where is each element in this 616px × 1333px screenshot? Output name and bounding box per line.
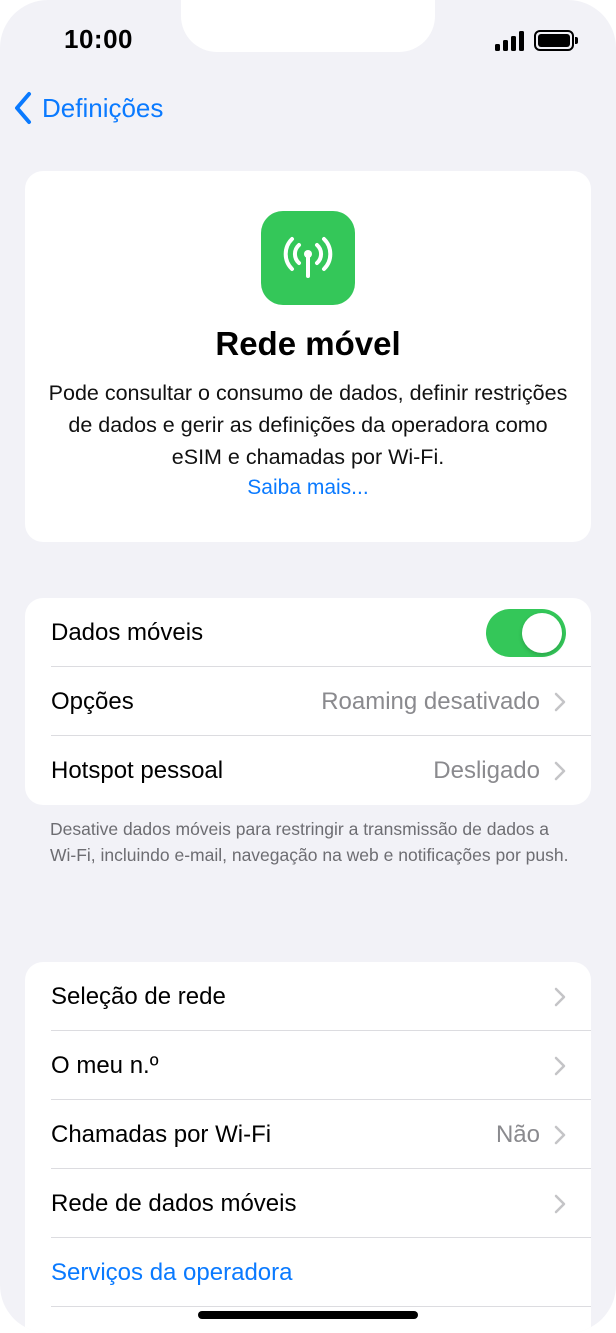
network-selection-row[interactable]: Seleção de rede [25,962,591,1031]
page-title: Rede móvel [215,325,401,362]
chevron-right-icon [554,1125,566,1144]
options-value: Roaming desativado [321,687,540,715]
mobile-data-toggle[interactable] [486,608,566,657]
status-time: 10:00 [64,24,133,54]
hotspot-value: Desligado [433,756,540,784]
signal-icon [495,30,524,51]
phone-screen: 10:00 Definições Rede móvel Pode consult… [0,0,616,1333]
header-description: Pode consultar o consumo de dados, defin… [48,381,568,469]
mobile-data-group: Dados móveis Opções Roaming desativado H… [25,598,591,805]
mobile-data-footnote: Desative dados móveis para restringir a … [50,819,569,865]
chevron-right-icon [554,987,566,1006]
back-button[interactable]: Definições [12,90,163,126]
my-number-row[interactable]: O meu n.º [25,1031,591,1100]
carrier-services-row[interactable]: Serviços da operadora [25,1238,591,1307]
chevron-right-icon [554,1194,566,1213]
mobile-data-network-row[interactable]: Rede de dados móveis [25,1169,591,1238]
chevron-right-icon [554,761,566,780]
learn-more-link[interactable]: Saiba mais... [25,476,591,500]
my-number-label: O meu n.º [51,1051,159,1079]
chevron-right-icon [554,692,566,711]
carrier-services-label: Serviços da operadora [51,1258,293,1286]
network-group: Seleção de rede O meu n.º Chamadas por W… [25,962,591,1333]
status-icons [495,30,578,51]
notch [181,0,435,52]
battery-icon [534,30,578,51]
wifi-calling-row[interactable]: Chamadas por Wi-Fi Não [25,1100,591,1169]
options-label: Opções [51,687,134,715]
toggle-knob [522,612,562,653]
home-indicator[interactable] [198,1311,418,1319]
chevron-right-icon [554,1056,566,1075]
chevron-left-icon [15,92,31,124]
hotspot-label: Hotspot pessoal [51,756,224,784]
hotspot-row[interactable]: Hotspot pessoal Desligado [25,736,591,805]
options-row[interactable]: Opções Roaming desativado [25,667,591,736]
wifi-calling-label: Chamadas por Wi-Fi [51,1120,272,1148]
mobile-data-row: Dados móveis [25,598,591,667]
wifi-calling-value: Não [495,1120,540,1148]
antenna-icon [261,211,355,305]
network-selection-label: Seleção de rede [51,982,226,1010]
mobile-data-network-label: Rede de dados móveis [51,1189,297,1217]
mobile-data-label: Dados móveis [51,618,204,646]
back-label: Definições [42,92,164,123]
